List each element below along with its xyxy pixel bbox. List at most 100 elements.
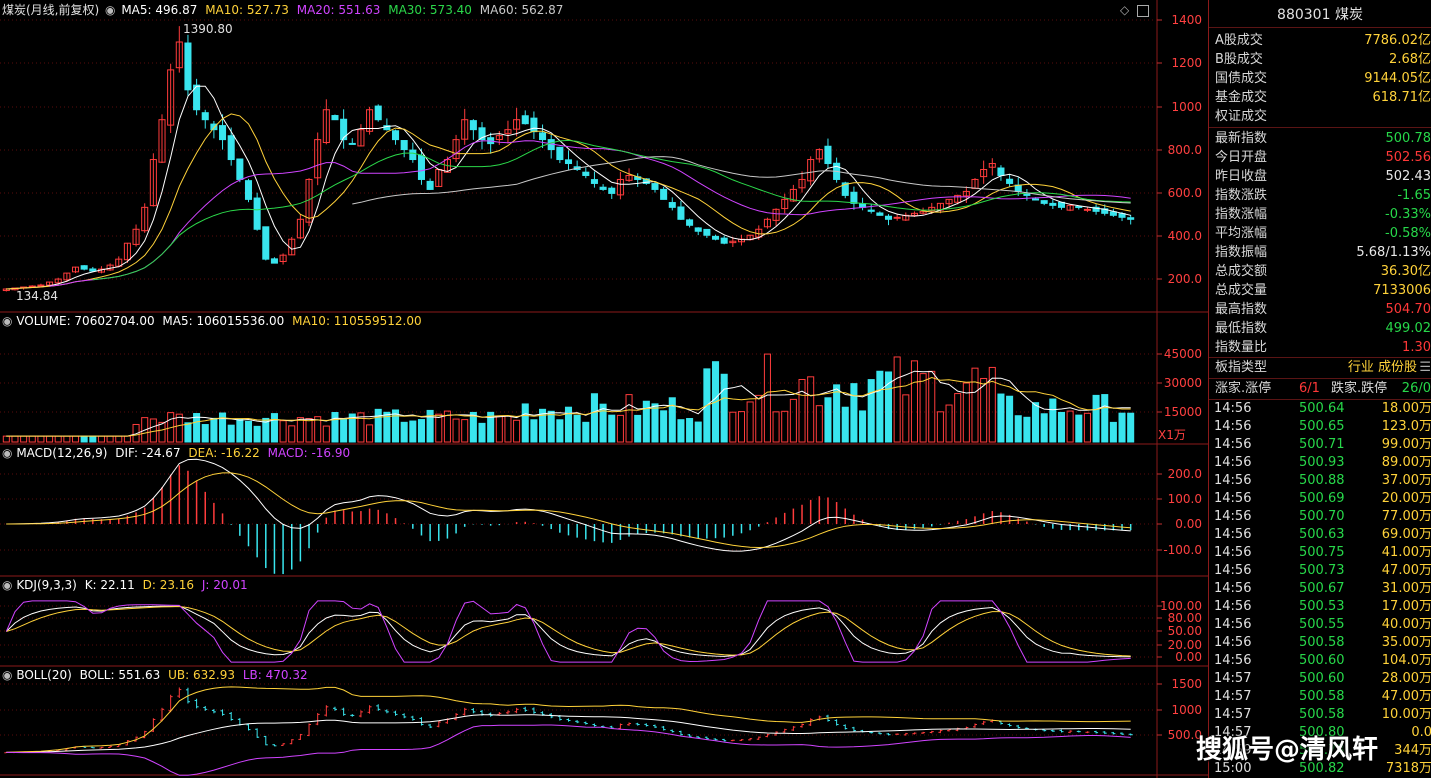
volume-bar: [936, 411, 944, 443]
axis-tick-label: 400.0: [1167, 229, 1202, 243]
dif-line: [6, 458, 1131, 552]
low-price-marker: 134.84: [16, 289, 58, 303]
tick-time: 14:56: [1214, 581, 1252, 596]
stat-value: 499.02: [1385, 321, 1431, 336]
candle-body: [89, 268, 97, 272]
volume-bar: [149, 418, 157, 443]
tick-price: 500.88: [1299, 473, 1345, 488]
tick-price: 500.64: [1299, 401, 1345, 416]
tick-row[interactable]: 14:56 500.67 31.00万: [1209, 580, 1431, 598]
tick-row[interactable]: 14:56 500.75 41.00万: [1209, 544, 1431, 562]
axis-tick-label: 200.0: [1167, 467, 1202, 481]
candle-body: [331, 115, 339, 121]
chart-menu-icon[interactable]: ◉: [105, 3, 115, 17]
tick-row[interactable]: 14:57 500.58 10.00万: [1209, 706, 1431, 724]
tick-row[interactable]: 14:57 500.58 47.00万: [1209, 688, 1431, 706]
tick-row[interactable]: 14:56 500.71 99.00万: [1209, 436, 1431, 454]
tick-row[interactable]: 14:56 500.70 77.00万: [1209, 508, 1431, 526]
candle-body: [556, 146, 564, 161]
tick-time: 14:56: [1214, 455, 1252, 470]
stat-value: 500.78: [1385, 131, 1431, 146]
axis-tick-label: 1000: [1171, 100, 1202, 114]
volume-bar: [660, 410, 668, 443]
up-count-label: 涨家.涨停: [1215, 381, 1272, 396]
candle-body: [530, 117, 538, 133]
tick-volume: 77.00万: [1381, 509, 1431, 524]
boll-menu-icon[interactable]: ◉: [2, 668, 12, 682]
candle-body: [400, 140, 408, 151]
axis-tick-label: 0.00: [1175, 650, 1202, 664]
maximize-icon[interactable]: [1137, 4, 1150, 17]
tick-row[interactable]: 14:56 500.69 20.00万: [1209, 490, 1431, 508]
tick-row[interactable]: 14:57 500.60 28.00万: [1209, 670, 1431, 688]
volume-bar: [279, 420, 287, 443]
board-type-value[interactable]: 行业 成份股: [1348, 358, 1417, 377]
dea-line: [6, 472, 1131, 549]
tick-volume: 0.0: [1411, 725, 1431, 740]
candle-body: [262, 226, 270, 260]
tick-price: 500.63: [1299, 527, 1345, 542]
tick-row[interactable]: 14:56 500.73 47.00万: [1209, 562, 1431, 580]
volume-bar: [495, 415, 503, 443]
info-panel: 880301 煤炭 A股成交 7786.02亿 B股成交 2.68亿 国债成交 9144.…: [1208, 0, 1431, 778]
axis-tick-label: 600.0: [1167, 186, 1202, 200]
tick-row[interactable]: 14:56 500.63 69.00万: [1209, 526, 1431, 544]
volume-bar: [616, 414, 624, 443]
candle-body: [1049, 202, 1057, 206]
list-icon[interactable]: ☰: [1419, 358, 1431, 377]
diamond-icon[interactable]: ◇: [1120, 3, 1129, 17]
stat-label: 总成交额: [1215, 264, 1268, 279]
tick-row[interactable]: 14:56 500.93 89.00万: [1209, 454, 1431, 472]
boll-ub: UB: 632.93: [168, 668, 236, 682]
tick-row[interactable]: 14:56 500.88 37.00万: [1209, 472, 1431, 490]
kdj-menu-icon[interactable]: ◉: [2, 578, 12, 592]
macd-menu-icon[interactable]: ◉: [2, 446, 12, 460]
boll-value: BOLL: 551.63: [79, 668, 161, 682]
volume-bar: [478, 422, 486, 443]
volume-bar: [694, 421, 702, 443]
tick-time: 14:57: [1214, 707, 1252, 722]
tick-row[interactable]: 14:56 500.55 40.00万: [1209, 616, 1431, 634]
volume-bar: [296, 417, 304, 443]
tick-row[interactable]: 14:56 500.60 104.0万: [1209, 652, 1431, 670]
tick-volume: 344万: [1394, 743, 1431, 758]
candle-body: [244, 180, 253, 200]
volume-bar: [184, 422, 192, 443]
volume-bar: [876, 370, 884, 443]
tick-row[interactable]: 14:56 500.58 35.00万: [1209, 634, 1431, 652]
candle-body: [694, 227, 702, 232]
volume-bar: [20, 435, 28, 443]
axis-tick-label: 15000: [1163, 405, 1202, 419]
candle-body: [1006, 178, 1014, 184]
tick-row[interactable]: 14:56 500.53 17.00万: [1209, 598, 1431, 616]
volume-bar: [547, 410, 555, 443]
tick-time: 14:56: [1214, 653, 1252, 668]
volume-bar: [374, 408, 382, 443]
stat-value: -0.33%: [1385, 207, 1431, 222]
kdj-header: ◉ KDJ(9,3,3) K: 22.11 D: 23.16 J: 20.01: [2, 577, 248, 593]
turnover-label: A股成交: [1215, 33, 1263, 48]
volume-bar: [54, 435, 62, 443]
volume-bar: [1040, 413, 1048, 443]
candle-body: [219, 125, 227, 141]
volume-bar: [573, 414, 581, 443]
volume-bar: [729, 411, 737, 443]
tick-row[interactable]: 14:56 500.64 18.00万: [1209, 400, 1431, 418]
volume-bar: [625, 394, 633, 443]
candle-body: [1127, 217, 1135, 220]
volume-unit: X1万: [1158, 428, 1186, 442]
volume-bar: [720, 373, 728, 443]
volume-bar: [71, 435, 80, 443]
macd-dif: DIF: -24.67: [115, 446, 181, 460]
tick-row[interactable]: 14:56 500.65 123.0万: [1209, 418, 1431, 436]
volume-bar: [1075, 414, 1083, 443]
tick-volume: 31.00万: [1381, 581, 1431, 596]
tick-time: 14:56: [1214, 599, 1252, 614]
volume-bar: [244, 420, 253, 443]
macd-header: ◉ MACD(12,26,9) DIF: -24.67 DEA: -16.22 …: [2, 445, 350, 461]
candle-body: [539, 132, 547, 141]
boll-title: BOLL(20): [16, 668, 72, 682]
volume-menu-icon[interactable]: ◉: [2, 314, 12, 328]
kdj-j: J: 20.01: [201, 578, 248, 592]
volume-bar: [893, 356, 901, 443]
